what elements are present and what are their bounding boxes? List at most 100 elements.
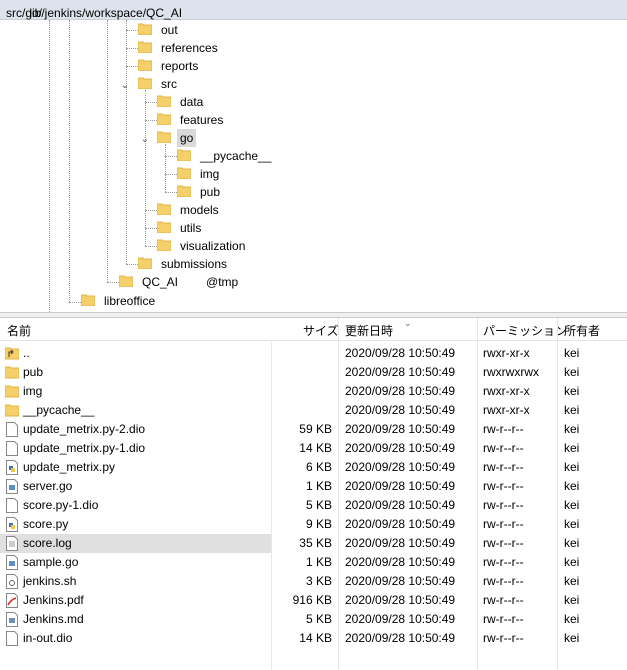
file-row[interactable]: img 2020/09/28 10:50:49 rwxr-xr-x kei	[0, 382, 627, 401]
file-permission: rw-r--r--	[483, 631, 524, 645]
folder-icon	[177, 167, 191, 179]
file-modified: 2020/09/28 10:50:49	[345, 384, 456, 398]
file-size: 35 KB	[299, 536, 332, 550]
file-icon	[5, 631, 19, 646]
tree-node-label: QC_AI @tmp	[142, 275, 239, 289]
tree-connector	[126, 30, 138, 31]
file-modified: 2020/09/28 10:50:49	[345, 365, 456, 379]
column-header-owner[interactable]: 所有者	[564, 322, 600, 339]
file-name: server.go	[23, 479, 73, 493]
tree-guide	[126, 20, 127, 264]
file-size: 6 KB	[305, 460, 332, 474]
chevron-down-icon[interactable]: ⌄	[120, 81, 130, 91]
file-row[interactable]: sample.go 1 KB 2020/09/28 10:50:49 rw-r--r-…	[0, 553, 627, 572]
tree-node-label: utils	[180, 221, 202, 235]
file-permission: rwxr-xr-x	[483, 403, 530, 417]
file-permission: rw-r--r--	[483, 479, 524, 493]
go-file-icon	[5, 555, 19, 570]
file-list[interactable]: 名前 サイズ ⌄ 更新日時 パーミッション 所有者 .. 2020/09/28 1…	[0, 318, 627, 670]
file-row[interactable]: jenkins.sh 3 KB 2020/09/28 10:50:49 rw-r--r…	[0, 572, 627, 591]
folder-icon	[119, 275, 133, 287]
tree-node-label: out	[161, 23, 178, 37]
go-file-icon	[5, 479, 19, 494]
file-owner: kei	[564, 422, 580, 436]
column-divider[interactable]	[557, 318, 558, 340]
folder-icon	[4, 384, 20, 399]
chevron-down-icon[interactable]: ⌄	[140, 135, 150, 145]
tree-node-label: features	[180, 113, 224, 127]
path-bar[interactable]: /var/lib/jenkins/workspace/QC_AI src/go/	[0, 0, 627, 20]
file-modified: 2020/09/28 10:50:49	[345, 422, 456, 436]
file-modified: 2020/09/28 10:50:49	[345, 536, 456, 550]
file-owner: kei	[564, 365, 580, 379]
file-permission: rwxr-xr-x	[483, 384, 530, 398]
tree-connector	[145, 102, 157, 103]
file-permission: rw-r--r--	[483, 574, 524, 588]
file-modified: 2020/09/28 10:50:49	[345, 555, 456, 569]
file-owner: kei	[564, 441, 580, 455]
parent-folder-icon	[4, 346, 20, 361]
folder-icon	[138, 257, 152, 269]
folder-icon	[138, 23, 152, 35]
tree-connector	[126, 48, 138, 49]
file-name: update_metrix.py-1.dio	[23, 441, 146, 455]
tree-guide	[145, 90, 146, 246]
file-row[interactable]: score.log 35 KB 2020/09/28 10:50:49 rw-r--r…	[0, 534, 627, 553]
tree-node-label: libreoffice	[104, 294, 156, 308]
file-row[interactable]: score.py 9 KB 2020/09/28 10:50:49 rw-r--r--…	[0, 515, 627, 534]
file-owner: kei	[564, 631, 580, 645]
file-row[interactable]: .. 2020/09/28 10:50:49 rwxr-xr-x kei	[0, 344, 627, 363]
file-permission: rw-r--r--	[483, 517, 524, 531]
file-size: 59 KB	[299, 422, 332, 436]
file-modified: 2020/09/28 10:50:49	[345, 498, 456, 512]
file-permission: rw-r--r--	[483, 441, 524, 455]
column-header-name[interactable]: 名前	[7, 322, 31, 339]
file-row[interactable]: score.py-1.dio 5 KB 2020/09/28 10:50:49 rw-…	[0, 496, 627, 515]
file-size: 5 KB	[305, 612, 332, 626]
file-owner: kei	[564, 460, 580, 474]
sort-descending-icon: ⌄	[404, 318, 412, 328]
tree-node-label: __pycache__	[200, 149, 272, 163]
shell-file-icon	[5, 574, 19, 589]
python-file-icon	[5, 460, 19, 475]
file-modified: 2020/09/28 10:50:49	[345, 631, 456, 645]
file-modified: 2020/09/28 10:50:49	[345, 403, 456, 417]
file-row[interactable]: Jenkins.md 5 KB 2020/09/28 10:50:49 rw-r--r…	[0, 610, 627, 629]
column-header-permission[interactable]: パーミッション	[483, 322, 567, 339]
file-row[interactable]: in-out.dio 14 KB 2020/09/28 10:50:49 rw-r--…	[0, 629, 627, 648]
file-permission: rw-r--r--	[483, 536, 524, 550]
folder-tree[interactable]: out references reports ⌄ src data featur…	[0, 20, 627, 312]
file-name: jenkins.sh	[23, 574, 77, 588]
file-row[interactable]: update_metrix.py-2.dio 59 KB 2020/09/28 10…	[0, 420, 627, 439]
file-name: Jenkins.md	[23, 612, 84, 626]
tree-node-label: models	[180, 203, 219, 217]
file-row[interactable]: update_metrix.py-1.dio 14 KB 2020/09/28 10…	[0, 439, 627, 458]
file-owner: kei	[564, 403, 580, 417]
column-header-size[interactable]: サイズ	[303, 322, 339, 339]
file-row[interactable]: server.go 1 KB 2020/09/28 10:50:49 rw-r--r-…	[0, 477, 627, 496]
file-row[interactable]: __pycache__ 2020/09/28 10:50:49 rwxr-xr-x k…	[0, 401, 627, 420]
file-name: sample.go	[23, 555, 79, 569]
tree-connector	[165, 174, 177, 175]
file-row[interactable]: update_metrix.py 6 KB 2020/09/28 10:50:49 r…	[0, 458, 627, 477]
tree-connector	[69, 302, 81, 303]
column-header-modified[interactable]: 更新日時	[345, 322, 393, 339]
file-row[interactable]: pub 2020/09/28 10:50:49 rwxrwxrwx kei	[0, 363, 627, 382]
file-row[interactable]: Jenkins.pdf 916 KB 2020/09/28 10:50:49 rw-r…	[0, 591, 627, 610]
file-name: pub	[23, 365, 44, 379]
column-divider[interactable]	[338, 318, 339, 340]
file-icon	[5, 422, 19, 437]
tree-connector	[107, 282, 119, 283]
tree-node-label: src	[161, 77, 177, 91]
file-modified: 2020/09/28 10:50:49	[345, 574, 456, 588]
file-owner: kei	[564, 574, 580, 588]
column-header-row: 名前 サイズ ⌄ 更新日時 パーミッション 所有者	[0, 318, 627, 341]
file-size: 14 KB	[299, 631, 332, 645]
column-divider[interactable]	[477, 318, 478, 340]
log-file-icon	[5, 536, 19, 551]
file-modified: 2020/09/28 10:50:49	[345, 479, 456, 493]
tree-node-label: visualization	[180, 239, 246, 253]
file-owner: kei	[564, 346, 580, 360]
folder-icon	[157, 95, 171, 107]
tree-node-label: go	[177, 129, 197, 147]
